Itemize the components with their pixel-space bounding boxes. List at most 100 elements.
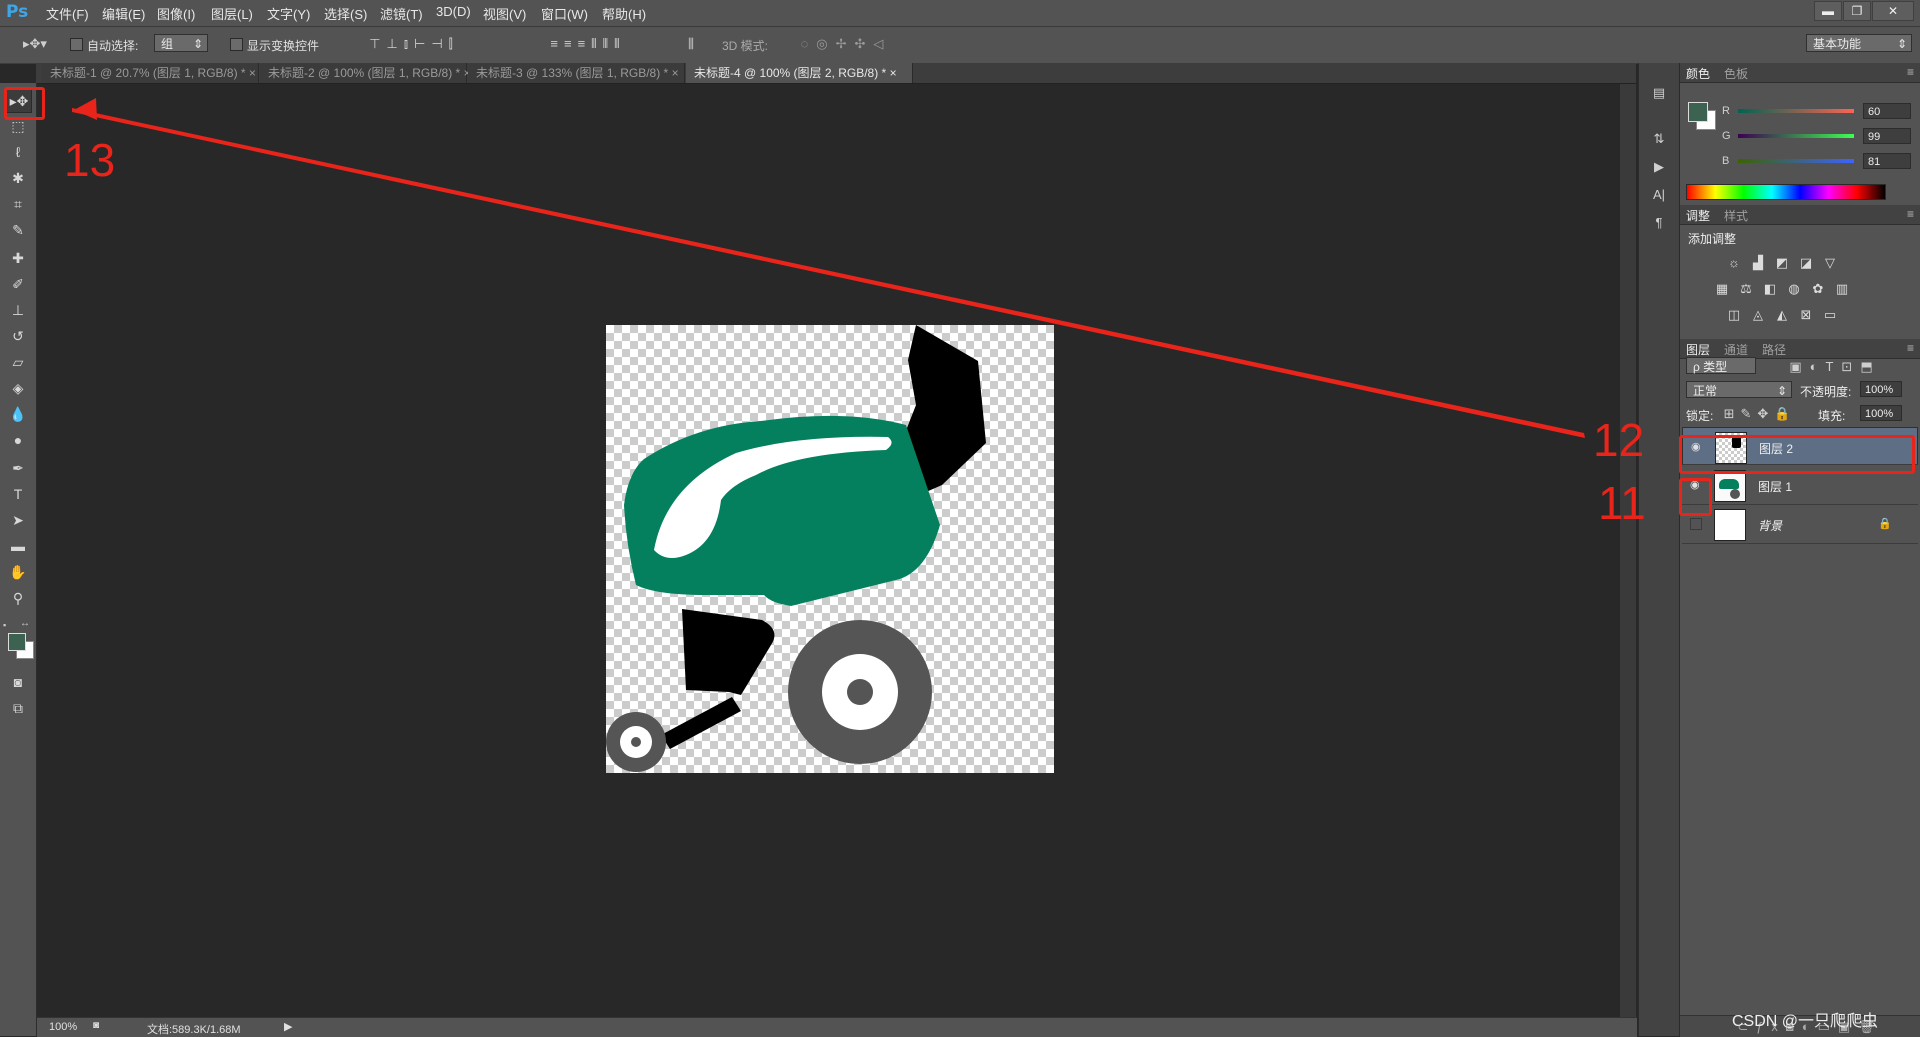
tab-doc-4[interactable]: 未标题-4 @ 100% (图层 2, RGB/8) * ×: [686, 63, 913, 83]
blend-mode-dropdown[interactable]: 正常 ⇕: [1686, 381, 1792, 398]
vertical-scrollbar[interactable]: [1620, 84, 1636, 1017]
tab-doc-1[interactable]: 未标题-1 @ 20.7% (图层 1, RGB/8) * ×: [42, 63, 259, 83]
opacity-field[interactable]: 100%: [1860, 381, 1902, 397]
tab-doc-3[interactable]: 未标题-3 @ 133% (图层 1, RGB/8) * ×: [468, 63, 685, 83]
r-slider[interactable]: [1738, 109, 1854, 113]
status-menu-arrow-icon[interactable]: ▶: [284, 1020, 292, 1033]
layer-name[interactable]: 图层 1: [1758, 478, 1792, 495]
fill-field[interactable]: 100%: [1860, 405, 1902, 421]
panel-menu-icon[interactable]: ≡: [1907, 341, 1914, 355]
zoom-level[interactable]: 100%: [49, 1021, 77, 1033]
threshold-icon[interactable]: ◭: [1774, 308, 1790, 322]
pen-tool-icon[interactable]: ✒: [6, 457, 30, 479]
auto-select-dropdown[interactable]: 组 ⇕: [154, 34, 208, 52]
tab-paths[interactable]: 路径: [1762, 341, 1786, 358]
tab-color[interactable]: 颜色: [1686, 65, 1710, 82]
document-canvas[interactable]: [606, 325, 1054, 773]
history-brush-icon[interactable]: ↺: [6, 325, 30, 347]
menu-help[interactable]: 帮助(H): [602, 4, 646, 23]
tab-adjustments[interactable]: 调整: [1686, 207, 1710, 224]
foreground-color-swatch[interactable]: [8, 633, 26, 651]
eraser-tool-icon[interactable]: ▱: [6, 351, 30, 373]
hand-tool-icon[interactable]: ✋: [6, 561, 30, 583]
layer-filter-dropdown[interactable]: ρ 类型: [1686, 357, 1756, 374]
color-spectrum-ramp[interactable]: [1686, 184, 1886, 200]
brightness-icon[interactable]: ☼: [1726, 256, 1742, 270]
close-tab-icon[interactable]: ×: [249, 66, 256, 80]
eyedropper-icon[interactable]: ✎: [6, 219, 30, 241]
paragraph-panel-icon[interactable]: ¶: [1651, 215, 1667, 231]
status-icon[interactable]: ◙: [93, 1020, 99, 1031]
menu-file[interactable]: 文件(F): [46, 4, 89, 23]
screen-mode-icon[interactable]: ⧉: [6, 697, 30, 719]
type-tool-icon[interactable]: T: [6, 483, 30, 505]
close-tab-icon[interactable]: ×: [890, 66, 897, 80]
dodge-tool-icon[interactable]: ●: [6, 429, 30, 451]
auto-align-icon[interactable]: ⫼: [681, 36, 701, 52]
levels-icon[interactable]: ▟: [1750, 256, 1766, 270]
panel-menu-icon[interactable]: ≡: [1907, 65, 1914, 79]
show-transform-checkbox[interactable]: [230, 38, 243, 51]
b-slider[interactable]: [1738, 159, 1854, 163]
layer-name[interactable]: 背景: [1758, 517, 1782, 534]
layer-filter-icons[interactable]: ▣◐T⊡⬒: [1770, 359, 1900, 375]
3d-mode-icons[interactable]: ◌◎✢✣◁: [786, 36, 906, 52]
menu-type[interactable]: 文字(Y): [267, 4, 310, 23]
workspace-dropdown[interactable]: 基本功能 ⇕: [1806, 34, 1912, 52]
close-button[interactable]: ✕: [1872, 1, 1914, 21]
color-foreground-swatch[interactable]: [1688, 102, 1708, 122]
tab-swatches[interactable]: 色板: [1724, 65, 1748, 82]
character-panel-icon[interactable]: A|: [1651, 187, 1667, 203]
exposure-icon[interactable]: ◪: [1798, 256, 1814, 270]
paint-bucket-icon[interactable]: ◈: [6, 377, 30, 399]
path-select-icon[interactable]: ➤: [6, 509, 30, 531]
r-value-field[interactable]: 60: [1863, 103, 1911, 119]
restore-button[interactable]: ❐: [1843, 1, 1871, 21]
visibility-toggle-empty[interactable]: [1690, 518, 1702, 530]
menu-view[interactable]: 视图(V): [483, 4, 526, 23]
menu-3d[interactable]: 3D(D): [436, 4, 471, 19]
lock-icons[interactable]: ⊞✎✥🔒: [1720, 406, 1800, 422]
distribute-icons[interactable]: ≡≡≡⫴⫴⫴: [508, 36, 668, 52]
black-white-icon[interactable]: ◧: [1762, 282, 1778, 296]
healing-brush-icon[interactable]: ✚: [6, 247, 30, 269]
channel-mixer-icon[interactable]: ✿: [1810, 282, 1826, 296]
zoom-tool-icon[interactable]: ⚲: [6, 587, 30, 609]
selective-color-icon[interactable]: ⊠: [1798, 308, 1814, 322]
quick-mask-icon[interactable]: ◙: [6, 671, 30, 693]
tab-styles[interactable]: 样式: [1724, 207, 1748, 224]
menu-layer[interactable]: 图层(L): [211, 4, 253, 23]
color-balance-icon[interactable]: ⚖: [1738, 282, 1754, 296]
blur-tool-icon[interactable]: 💧: [6, 403, 30, 425]
close-tab-icon[interactable]: ×: [672, 66, 679, 80]
layer-row-background[interactable]: 背景 🔒: [1682, 505, 1918, 544]
brush-tool-icon[interactable]: ✐: [6, 273, 30, 295]
default-colors-icon[interactable]: ▪: [3, 620, 17, 634]
photo-filter-icon[interactable]: ◍: [1786, 282, 1802, 296]
shape-tool-icon[interactable]: ▬: [6, 535, 30, 557]
stamp-tool-icon[interactable]: ⊥: [6, 299, 30, 321]
b-value-field[interactable]: 81: [1863, 153, 1911, 169]
curves-icon[interactable]: ◩: [1774, 256, 1790, 270]
hue-saturation-icon[interactable]: ▦: [1714, 282, 1730, 296]
vibrance-icon[interactable]: ▽: [1822, 256, 1838, 270]
invert-icon[interactable]: ◫: [1726, 308, 1742, 322]
lasso-tool-icon[interactable]: ℓ: [6, 141, 30, 163]
menu-window[interactable]: 窗口(W): [541, 4, 588, 23]
g-slider[interactable]: [1738, 134, 1854, 138]
minimize-button[interactable]: ▬: [1814, 1, 1842, 21]
menu-filter[interactable]: 滤镜(T): [380, 4, 423, 23]
actions-panel-icon[interactable]: ⇅: [1651, 131, 1667, 147]
tab-layers[interactable]: 图层: [1686, 341, 1710, 358]
panel-menu-icon[interactable]: ≡: [1907, 207, 1914, 221]
auto-select-checkbox[interactable]: [70, 38, 83, 51]
play-panel-icon[interactable]: ▶: [1651, 159, 1667, 175]
menu-edit[interactable]: 编辑(E): [102, 4, 145, 23]
tab-doc-2[interactable]: 未标题-2 @ 100% (图层 1, RGB/8) * ×: [260, 63, 471, 83]
menu-image[interactable]: 图像(I): [157, 4, 195, 23]
posterize-icon[interactable]: ◬: [1750, 308, 1766, 322]
move-tool-preset-icon[interactable]: ▸✥▾: [20, 36, 50, 52]
history-panel-icon[interactable]: ▤: [1651, 85, 1667, 101]
magic-wand-icon[interactable]: ✱: [6, 167, 30, 189]
menu-select[interactable]: 选择(S): [324, 4, 367, 23]
